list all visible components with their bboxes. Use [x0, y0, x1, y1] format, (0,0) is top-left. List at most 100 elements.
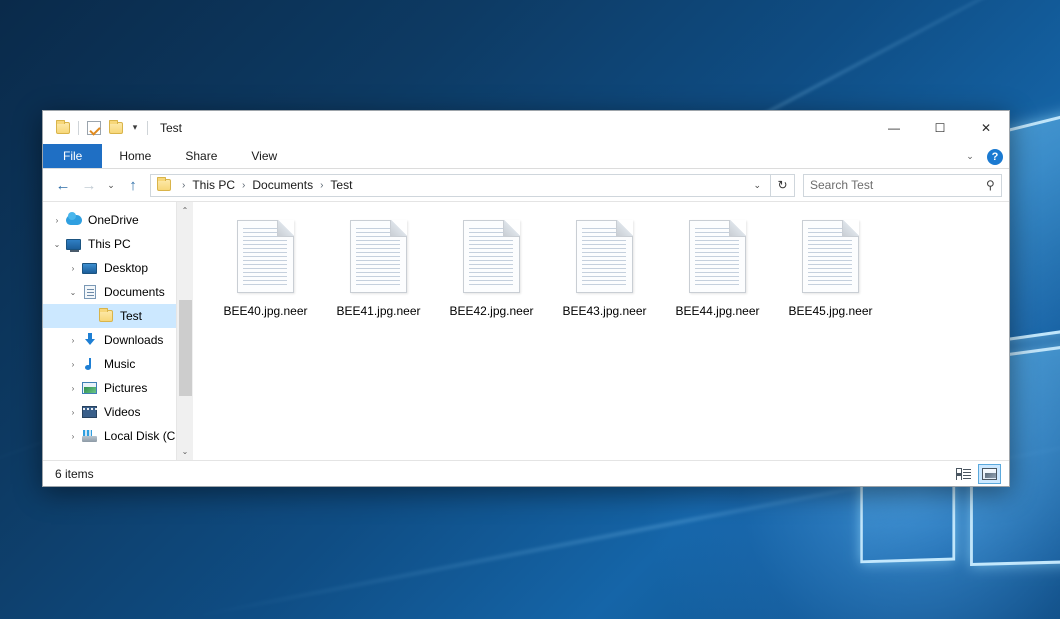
scrollbar-thumb[interactable] [179, 300, 192, 396]
chevron-right-icon[interactable]: › [65, 360, 81, 369]
divider [147, 121, 148, 135]
sidebar-item-label: Test [120, 309, 142, 323]
file-item[interactable]: BEE45.jpg.neer [774, 216, 887, 318]
sidebar-item-pictures[interactable]: › Pictures [43, 376, 193, 400]
file-name-label: BEE43.jpg.neer [562, 304, 646, 318]
generic-document-icon [689, 220, 746, 293]
sidebar-item-downloads[interactable]: › Downloads [43, 328, 193, 352]
status-bar: 6 items [43, 460, 1009, 486]
forward-button: → [76, 172, 102, 198]
sidebar-item-documents[interactable]: ⌄ Documents [43, 280, 193, 304]
window-body: › OneDrive ⌄This PC›Desktop ⌄ Documents Test ›… [43, 201, 1009, 460]
chevron-right-icon[interactable]: › [49, 216, 65, 225]
sidebar-item-onedrive[interactable]: › OneDrive [43, 208, 193, 232]
sidebar-item-music[interactable]: › Music [43, 352, 193, 376]
navigation-pane: › OneDrive ⌄This PC›Desktop ⌄ Documents Test ›… [43, 202, 193, 460]
folder-icon [97, 308, 114, 324]
file-item[interactable]: BEE41.jpg.neer [322, 216, 435, 318]
chevron-right-icon[interactable]: › [65, 432, 81, 441]
tab-share[interactable]: Share [168, 144, 234, 168]
tab-view[interactable]: View [234, 144, 294, 168]
scroll-up-icon[interactable]: ⌃ [177, 202, 194, 219]
large-icons-view-icon [982, 468, 997, 480]
this-pc-icon [65, 236, 82, 252]
folder-icon[interactable] [52, 117, 74, 139]
refresh-button[interactable]: ↻ [771, 174, 795, 197]
sidebar-item-videos[interactable]: ›Videos [43, 400, 193, 424]
file-item[interactable]: BEE43.jpg.neer [548, 216, 661, 318]
sidebar-item-this-pc[interactable]: ⌄This PC [43, 232, 193, 256]
chevron-down-icon[interactable]: ⌄ [65, 288, 81, 297]
ribbon-right-controls: ⌄ ? [961, 144, 1003, 169]
sidebar-item-local-disk-c[interactable]: › Local Disk (C:) [43, 424, 193, 448]
details-view-button[interactable] [952, 464, 975, 484]
sidebar-item-test[interactable]: Test [43, 304, 193, 328]
help-icon[interactable]: ? [987, 149, 1003, 165]
file-list-pane[interactable]: BEE40.jpg.neer BEE41.jpg.neer BEE42.jpg.ne… [193, 202, 1009, 460]
search-input[interactable]: Search Test [810, 178, 986, 192]
search-box[interactable]: Search Test ⚲ [803, 174, 1002, 197]
scrollbar-track[interactable] [177, 219, 194, 443]
breadcrumb[interactable]: › This PC › Documents › Test ⌄ [150, 174, 771, 197]
generic-document-icon [350, 220, 407, 293]
file-item[interactable]: BEE42.jpg.neer [435, 216, 548, 318]
documents-icon [81, 284, 98, 300]
chevron-right-icon[interactable]: › [65, 408, 81, 417]
generic-document-icon [802, 220, 859, 293]
close-button[interactable]: ✕ [963, 111, 1009, 144]
file-name-label: BEE44.jpg.neer [675, 304, 759, 318]
music-icon [81, 356, 98, 372]
address-bar: ← → ⌄ ↑ › This PC › Documents › Test ⌄ ↻… [43, 169, 1009, 201]
sidebar-item-label: Music [104, 357, 135, 371]
sidebar-item-label: Local Disk (C:) [104, 429, 183, 443]
breadcrumb-test[interactable]: Test [329, 178, 353, 192]
details-view-icon [956, 468, 971, 480]
divider [78, 121, 79, 135]
pictures-icon [81, 380, 98, 396]
tab-home[interactable]: Home [102, 144, 168, 168]
tab-file[interactable]: File [43, 144, 102, 168]
breadcrumb-documents[interactable]: Documents [251, 178, 314, 192]
chevron-down-icon[interactable]: ▾ [127, 117, 143, 139]
maximize-button[interactable]: ☐ [917, 111, 963, 144]
sidebar-item-desktop[interactable]: ›Desktop [43, 256, 193, 280]
quick-access-toolbar: ▾ [52, 117, 152, 139]
sidebar-item-label: Documents [104, 285, 165, 299]
file-name-label: BEE41.jpg.neer [336, 304, 420, 318]
file-item[interactable]: BEE40.jpg.neer [209, 216, 322, 318]
breadcrumb-separator: › [236, 180, 251, 191]
large-icons-view-button[interactable] [978, 464, 1001, 484]
downloads-icon [81, 332, 98, 348]
view-buttons [952, 464, 1001, 484]
recent-locations-button[interactable]: ⌄ [102, 172, 120, 198]
new-folder-icon[interactable] [105, 117, 127, 139]
folder-tree: › OneDrive ⌄This PC›Desktop ⌄ Documents Test ›… [43, 208, 193, 448]
chevron-right-icon[interactable]: › [65, 336, 81, 345]
desktop-icon [81, 260, 98, 276]
properties-checkmark-icon[interactable] [83, 117, 105, 139]
generic-document-icon [576, 220, 633, 293]
navigation-scrollbar[interactable]: ⌃ ⌄ [176, 202, 193, 460]
minimize-button[interactable]: — [871, 111, 917, 144]
chevron-down-icon[interactable]: ⌄ [961, 151, 979, 162]
sidebar-item-label: Pictures [104, 381, 147, 395]
window-title: Test [160, 121, 182, 135]
onedrive-icon [65, 212, 82, 228]
file-item[interactable]: BEE44.jpg.neer [661, 216, 774, 318]
breadcrumb-separator: › [176, 180, 191, 191]
disk-icon [81, 428, 98, 444]
back-button[interactable]: ← [50, 172, 76, 198]
desktop-wallpaper: ▾ Test — ☐ ✕ File Home Share View ⌄ ? ← … [0, 0, 1060, 619]
breadcrumb-this-pc[interactable]: This PC [191, 178, 236, 192]
chevron-right-icon[interactable]: › [65, 264, 81, 273]
search-icon[interactable]: ⚲ [986, 178, 995, 192]
up-button[interactable]: ↑ [120, 172, 146, 198]
chevron-down-icon[interactable]: ⌄ [748, 180, 766, 191]
file-name-label: BEE40.jpg.neer [223, 304, 307, 318]
scroll-down-icon[interactable]: ⌄ [177, 443, 194, 460]
chevron-right-icon[interactable]: › [65, 384, 81, 393]
chevron-down-icon[interactable]: ⌄ [49, 240, 65, 249]
sidebar-item-label: Downloads [104, 333, 163, 347]
breadcrumb-separator: › [314, 180, 329, 191]
sidebar-item-label: OneDrive [88, 213, 139, 227]
